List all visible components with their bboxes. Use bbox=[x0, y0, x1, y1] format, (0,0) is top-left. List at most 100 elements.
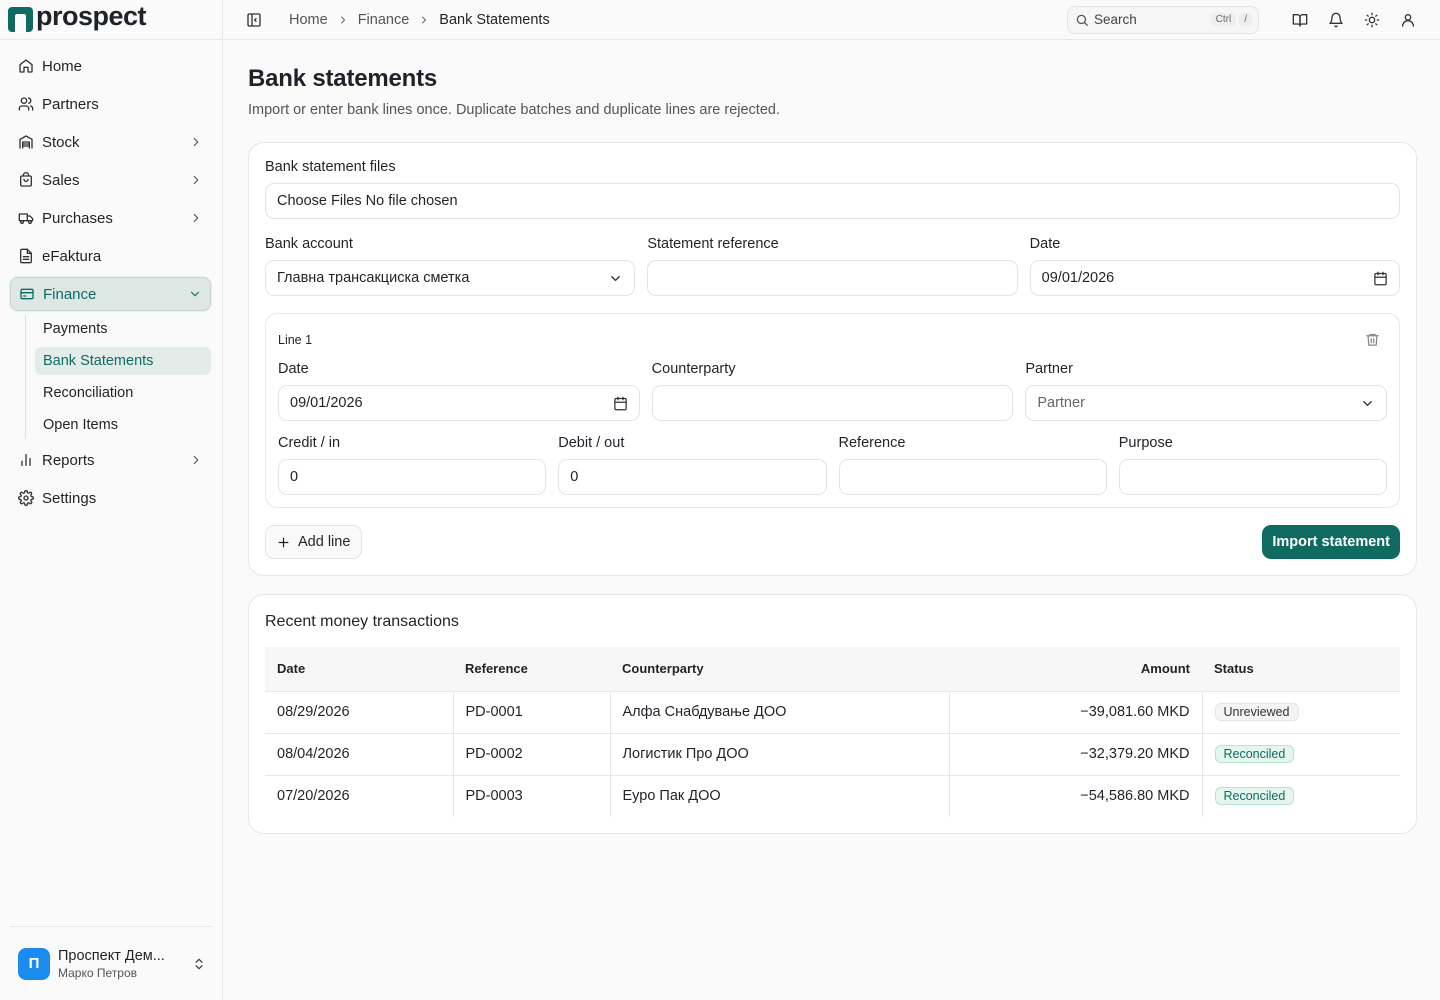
line-date-value: 09/01/2026 bbox=[290, 395, 363, 411]
cell-counterparty: Логистик Про ДОО bbox=[610, 733, 950, 776]
partner-placeholder: Partner bbox=[1037, 395, 1085, 411]
sidebar-item-sales[interactable]: Sales bbox=[10, 163, 211, 197]
bank-account-label: Bank account bbox=[265, 236, 353, 252]
sidebar-item-efaktura[interactable]: eFaktura bbox=[10, 239, 211, 273]
line-date-label: Date bbox=[278, 361, 309, 377]
statement-date-input[interactable]: 09/01/2026 bbox=[1029, 260, 1400, 296]
sidebar-item-home[interactable]: Home bbox=[10, 49, 211, 83]
search-label: Search bbox=[1094, 12, 1137, 27]
cell-amount: −54,586.80 MKD bbox=[949, 775, 1203, 817]
sidebar-item-stock[interactable]: Stock bbox=[10, 125, 211, 159]
cell-counterparty: Алфа Снабдување ДОО bbox=[610, 691, 950, 734]
cell-counterparty: Еуро Пак ДОО bbox=[610, 775, 950, 817]
sidebar-item-purchases[interactable]: Purchases bbox=[10, 201, 211, 235]
calendar-icon[interactable] bbox=[1373, 271, 1388, 286]
shortcut-key: / bbox=[1239, 13, 1252, 26]
transactions-table: Date Reference Counterparty Amount Statu… bbox=[265, 647, 1400, 817]
sidebar-subitem-payments[interactable]: Payments bbox=[35, 315, 211, 343]
cell-status: Unreviewed bbox=[1202, 691, 1400, 734]
user-name: Марко Петров bbox=[58, 965, 137, 980]
status-badge: Unreviewed bbox=[1214, 703, 1299, 721]
debit-value: 0 bbox=[570, 469, 579, 485]
sidebar-item-label: Partners bbox=[42, 95, 99, 113]
chevron-right-icon bbox=[193, 137, 199, 147]
finance-subnav: Payments Bank Statements Reconciliation … bbox=[25, 315, 211, 439]
column-header-reference[interactable]: Reference bbox=[453, 647, 610, 692]
topbar-actions: Search Ctrl / bbox=[1067, 5, 1416, 34]
statement-reference-input[interactable] bbox=[647, 260, 1018, 296]
sidebar-subitem-open-items[interactable]: Open Items bbox=[35, 411, 211, 439]
breadcrumb-home[interactable]: Home bbox=[289, 12, 328, 28]
logo[interactable]: prospect bbox=[0, 0, 222, 40]
status-badge: Reconciled bbox=[1214, 787, 1295, 806]
user-icon[interactable] bbox=[1400, 12, 1416, 28]
breadcrumb-finance[interactable]: Finance bbox=[358, 12, 410, 28]
column-header-counterparty[interactable]: Counterparty bbox=[610, 647, 949, 692]
chevron-right-icon bbox=[193, 455, 199, 465]
wallet-icon bbox=[20, 288, 34, 300]
table-row[interactable]: 07/20/2026 PD-0003 Еуро Пак ДОО −54,586.… bbox=[265, 775, 1400, 817]
users-icon bbox=[18, 97, 34, 111]
file-status: No file chosen bbox=[365, 193, 458, 209]
bell-icon[interactable] bbox=[1328, 12, 1344, 28]
line-header: Line 1 bbox=[278, 326, 1387, 353]
counterparty-input[interactable] bbox=[651, 385, 1014, 421]
sidebar-subitem-reconciliation[interactable]: Reconciliation bbox=[35, 379, 211, 407]
reference-input[interactable] bbox=[838, 459, 1107, 495]
file-text-icon bbox=[20, 248, 32, 264]
column-header-amount[interactable]: Amount bbox=[949, 647, 1202, 692]
sun-icon[interactable] bbox=[1364, 12, 1380, 28]
reference-label: Reference bbox=[838, 435, 906, 451]
sidebar-subitem-bank-statements[interactable]: Bank Statements bbox=[35, 347, 211, 375]
shortcut-key: Ctrl bbox=[1210, 13, 1237, 26]
org-name: Проспект Дем... bbox=[58, 947, 165, 964]
table-row[interactable]: 08/29/2026 PD-0001 Алфа Снабдување ДОО −… bbox=[265, 691, 1400, 734]
cell-reference: PD-0001 bbox=[453, 691, 611, 734]
sidebar-item-settings[interactable]: Settings bbox=[10, 481, 211, 515]
chevrons-up-down-icon bbox=[195, 958, 203, 969]
cell-date: 08/29/2026 bbox=[265, 691, 454, 734]
line-row-2: Credit / in 0 Debit / out 0 Reference Pu… bbox=[278, 435, 1387, 495]
chevron-right-icon bbox=[193, 175, 199, 185]
recent-transactions-card: Recent money transactions Date Reference… bbox=[248, 594, 1417, 834]
add-line-button[interactable]: Add line bbox=[265, 525, 363, 559]
calendar-icon[interactable] bbox=[613, 396, 628, 411]
bank-account-select[interactable]: Главна трансакциска сметка bbox=[265, 260, 636, 296]
table-row[interactable]: 08/04/2026 PD-0002 Логистик Про ДОО −32,… bbox=[265, 733, 1400, 776]
breadcrumb-current: Bank Statements bbox=[439, 11, 550, 28]
book-open-icon[interactable] bbox=[1292, 12, 1308, 28]
column-header-status[interactable]: Status bbox=[1202, 647, 1400, 692]
sidebar-item-reports[interactable]: Reports bbox=[10, 443, 211, 477]
search-input[interactable]: Search Ctrl / bbox=[1067, 5, 1259, 34]
warehouse-icon bbox=[19, 135, 33, 149]
statement-fields: Bank account Главна трансакциска сметка … bbox=[265, 236, 1400, 296]
sidebar-item-partners[interactable]: Partners bbox=[10, 87, 211, 121]
purpose-input[interactable] bbox=[1118, 459, 1387, 495]
chevron-right-icon bbox=[422, 16, 427, 23]
choose-files-button[interactable]: Choose Files bbox=[277, 193, 362, 209]
truck-icon bbox=[18, 213, 34, 224]
sidebar-item-label: Home bbox=[42, 57, 83, 75]
cell-date: 07/20/2026 bbox=[265, 775, 454, 817]
debit-input[interactable]: 0 bbox=[558, 459, 827, 495]
line-date-input[interactable]: 09/01/2026 bbox=[278, 385, 640, 421]
sidebar-item-finance[interactable]: Finance bbox=[10, 277, 211, 311]
chevron-down-icon bbox=[611, 275, 621, 281]
statement-reference-label: Statement reference bbox=[647, 236, 779, 252]
partner-select[interactable]: Partner bbox=[1025, 385, 1388, 421]
search-icon bbox=[1076, 14, 1088, 26]
sidebar-toggle-icon[interactable] bbox=[246, 12, 262, 28]
cell-status: Reconciled bbox=[1202, 775, 1400, 817]
credit-input[interactable]: 0 bbox=[278, 459, 547, 495]
user-switcher[interactable]: П Проспект Дем... Марко Петров bbox=[10, 926, 212, 1000]
credit-label: Credit / in bbox=[278, 435, 341, 451]
sidebar-item-label: Sales bbox=[42, 171, 80, 189]
line-row-1: Date 09/01/2026 Counterparty Partner Par… bbox=[278, 361, 1388, 421]
file-input[interactable]: Choose Files No file chosen bbox=[265, 183, 1400, 219]
column-header-date[interactable]: Date bbox=[265, 647, 453, 692]
trash-icon[interactable] bbox=[1365, 332, 1380, 347]
cell-status: Reconciled bbox=[1202, 733, 1400, 776]
form-actions: Add line Import statement bbox=[265, 525, 1400, 559]
import-statement-button[interactable]: Import statement bbox=[1262, 525, 1400, 559]
breadcrumb: Home Finance Bank Statements bbox=[289, 12, 550, 28]
